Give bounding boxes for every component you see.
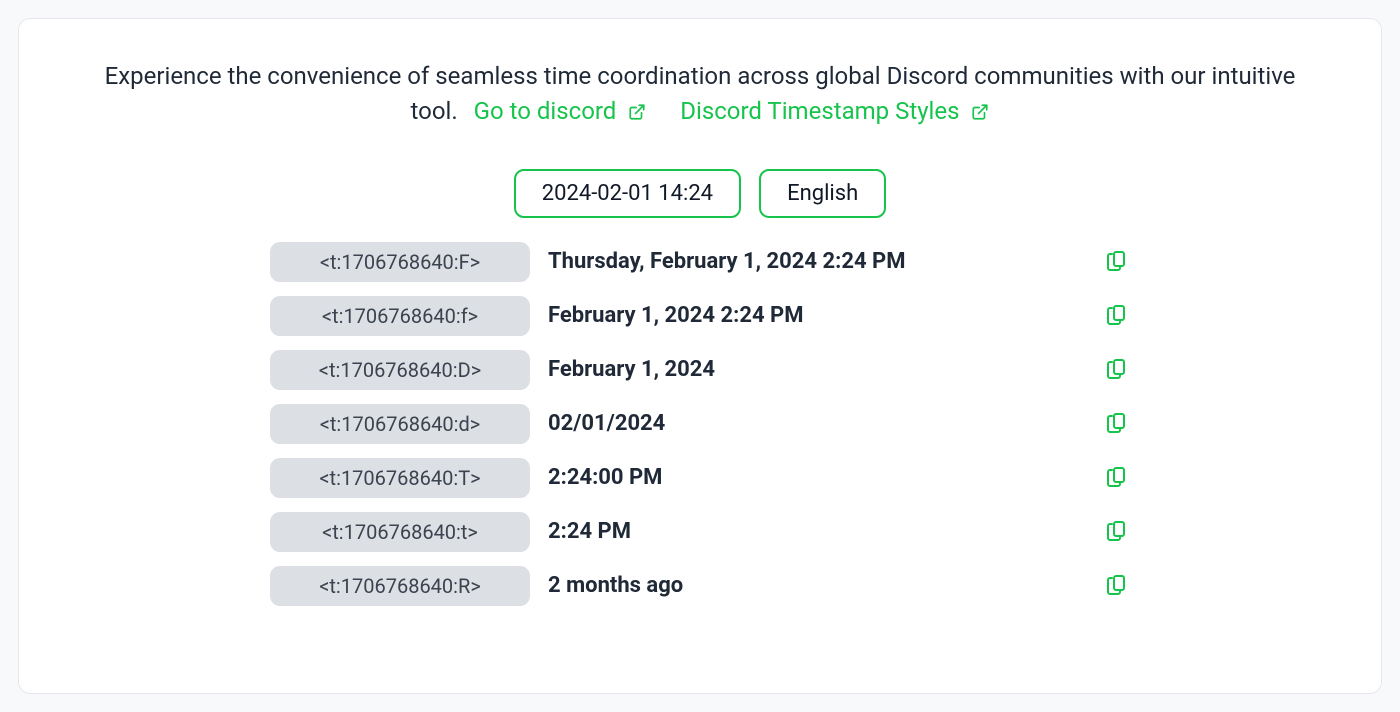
timestamp-row: <t:1706768640:d> 02/01/2024 [270,404,1130,444]
timestamp-row: <t:1706768640:D> February 1, 2024 [270,350,1130,390]
link-label: Go to discord [474,97,617,125]
copy-icon[interactable] [1086,466,1146,490]
copy-icon[interactable] [1086,358,1146,382]
go-to-discord-link[interactable]: Go to discord [474,97,653,125]
main-card: Experience the convenience of seamless t… [18,18,1382,694]
timestamp-row: <t:1706768640:R> 2 months ago [270,566,1130,606]
timestamp-row: <t:1706768640:F> Thursday, February 1, 20… [270,242,1130,282]
timestamp-row: <t:1706768640:f> February 1, 2024 2:24 PM [270,296,1130,336]
timestamp-code[interactable]: <t:1706768640:T> [270,458,530,498]
copy-icon[interactable] [1086,520,1146,544]
timestamp-styles-link[interactable]: Discord Timestamp Styles [680,97,989,125]
copy-icon[interactable] [1086,574,1146,598]
timestamp-row: <t:1706768640:T> 2:24:00 PM [270,458,1130,498]
timestamp-code[interactable]: <t:1706768640:t> [270,512,530,552]
copy-icon[interactable] [1086,304,1146,328]
link-label: Discord Timestamp Styles [680,97,959,125]
timestamp-row: <t:1706768640:t> 2:24 PM [270,512,1130,552]
copy-icon[interactable] [1086,250,1146,274]
datetime-input[interactable]: 2024-02-01 14:24 [514,169,741,218]
intro-paragraph: Experience the convenience of seamless t… [100,59,1300,131]
external-link-icon [628,96,646,131]
timestamp-preview: 2:24:00 PM [548,465,1068,490]
timestamp-preview: February 1, 2024 [548,357,1068,382]
timestamp-code[interactable]: <t:1706768640:D> [270,350,530,390]
timestamp-code[interactable]: <t:1706768640:f> [270,296,530,336]
copy-icon[interactable] [1086,412,1146,436]
timestamp-preview: February 1, 2024 2:24 PM [548,303,1068,328]
timestamp-code[interactable]: <t:1706768640:F> [270,242,530,282]
external-link-icon [971,96,989,131]
timestamp-rows: <t:1706768640:F> Thursday, February 1, 20… [99,242,1301,606]
language-select[interactable]: English [759,169,886,218]
timestamp-preview: Thursday, February 1, 2024 2:24 PM [548,249,1068,274]
timestamp-preview: 2 months ago [548,573,1068,598]
timestamp-preview: 2:24 PM [548,519,1068,544]
timestamp-code[interactable]: <t:1706768640:d> [270,404,530,444]
timestamp-preview: 02/01/2024 [548,411,1068,436]
timestamp-code[interactable]: <t:1706768640:R> [270,566,530,606]
controls-row: 2024-02-01 14:24 English [99,169,1301,218]
